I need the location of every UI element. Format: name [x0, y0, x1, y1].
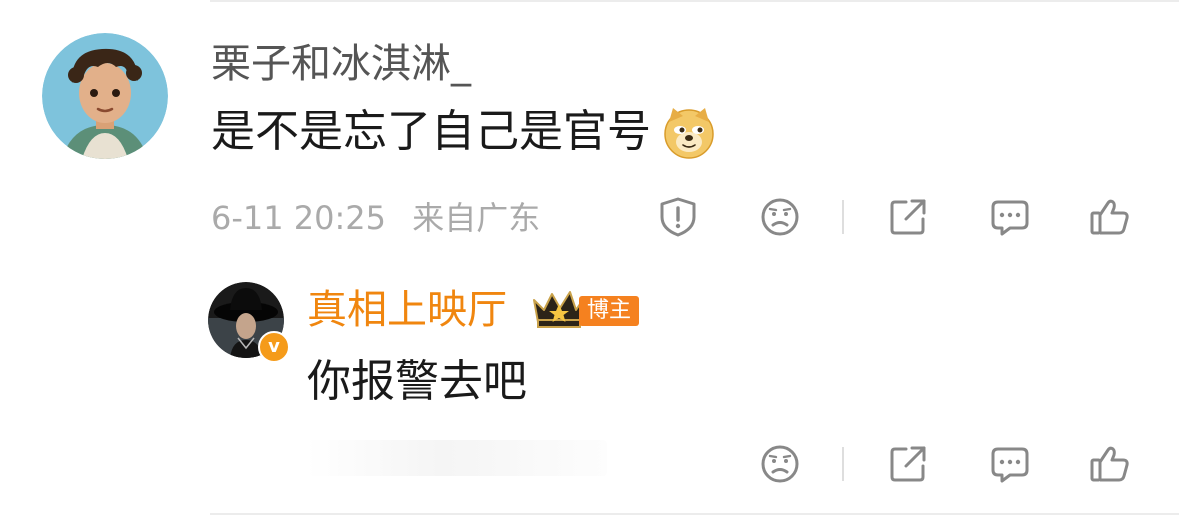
avatar[interactable]: [42, 33, 168, 159]
comment-date: 6-11 20:25: [211, 199, 387, 237]
faded-meta: [307, 440, 607, 476]
report-icon[interactable]: [656, 195, 700, 239]
divider-top: [210, 0, 1179, 2]
reply-icon[interactable]: [988, 195, 1032, 239]
comment-text: 是不是忘了自己是官号: [211, 104, 717, 160]
action-separator: [842, 200, 844, 234]
verified-badge-icon: v: [258, 331, 290, 363]
blogger-tag: 博主: [579, 296, 640, 326]
reply-username[interactable]: 真相上映厅: [307, 286, 507, 334]
comment-meta: 6-11 20:25 来自广东: [211, 198, 540, 238]
doge-emoji-icon: [661, 104, 717, 160]
share-icon[interactable]: [886, 442, 930, 486]
like-icon[interactable]: [1088, 195, 1132, 239]
reply-text: 你报警去吧: [307, 356, 527, 407]
like-icon[interactable]: [1088, 442, 1132, 486]
action-separator: [842, 447, 844, 481]
comment-username[interactable]: 栗子和冰淇淋_: [211, 40, 471, 88]
dislike-icon[interactable]: [758, 195, 802, 239]
comment-location: 来自广东: [412, 199, 541, 237]
divider-bottom: [210, 513, 1179, 515]
comment-text-content: 是不是忘了自己是官号: [211, 106, 651, 157]
dislike-icon[interactable]: [758, 442, 802, 486]
crown-icon: [530, 288, 586, 330]
share-icon[interactable]: [886, 195, 930, 239]
reply-icon[interactable]: [988, 442, 1032, 486]
